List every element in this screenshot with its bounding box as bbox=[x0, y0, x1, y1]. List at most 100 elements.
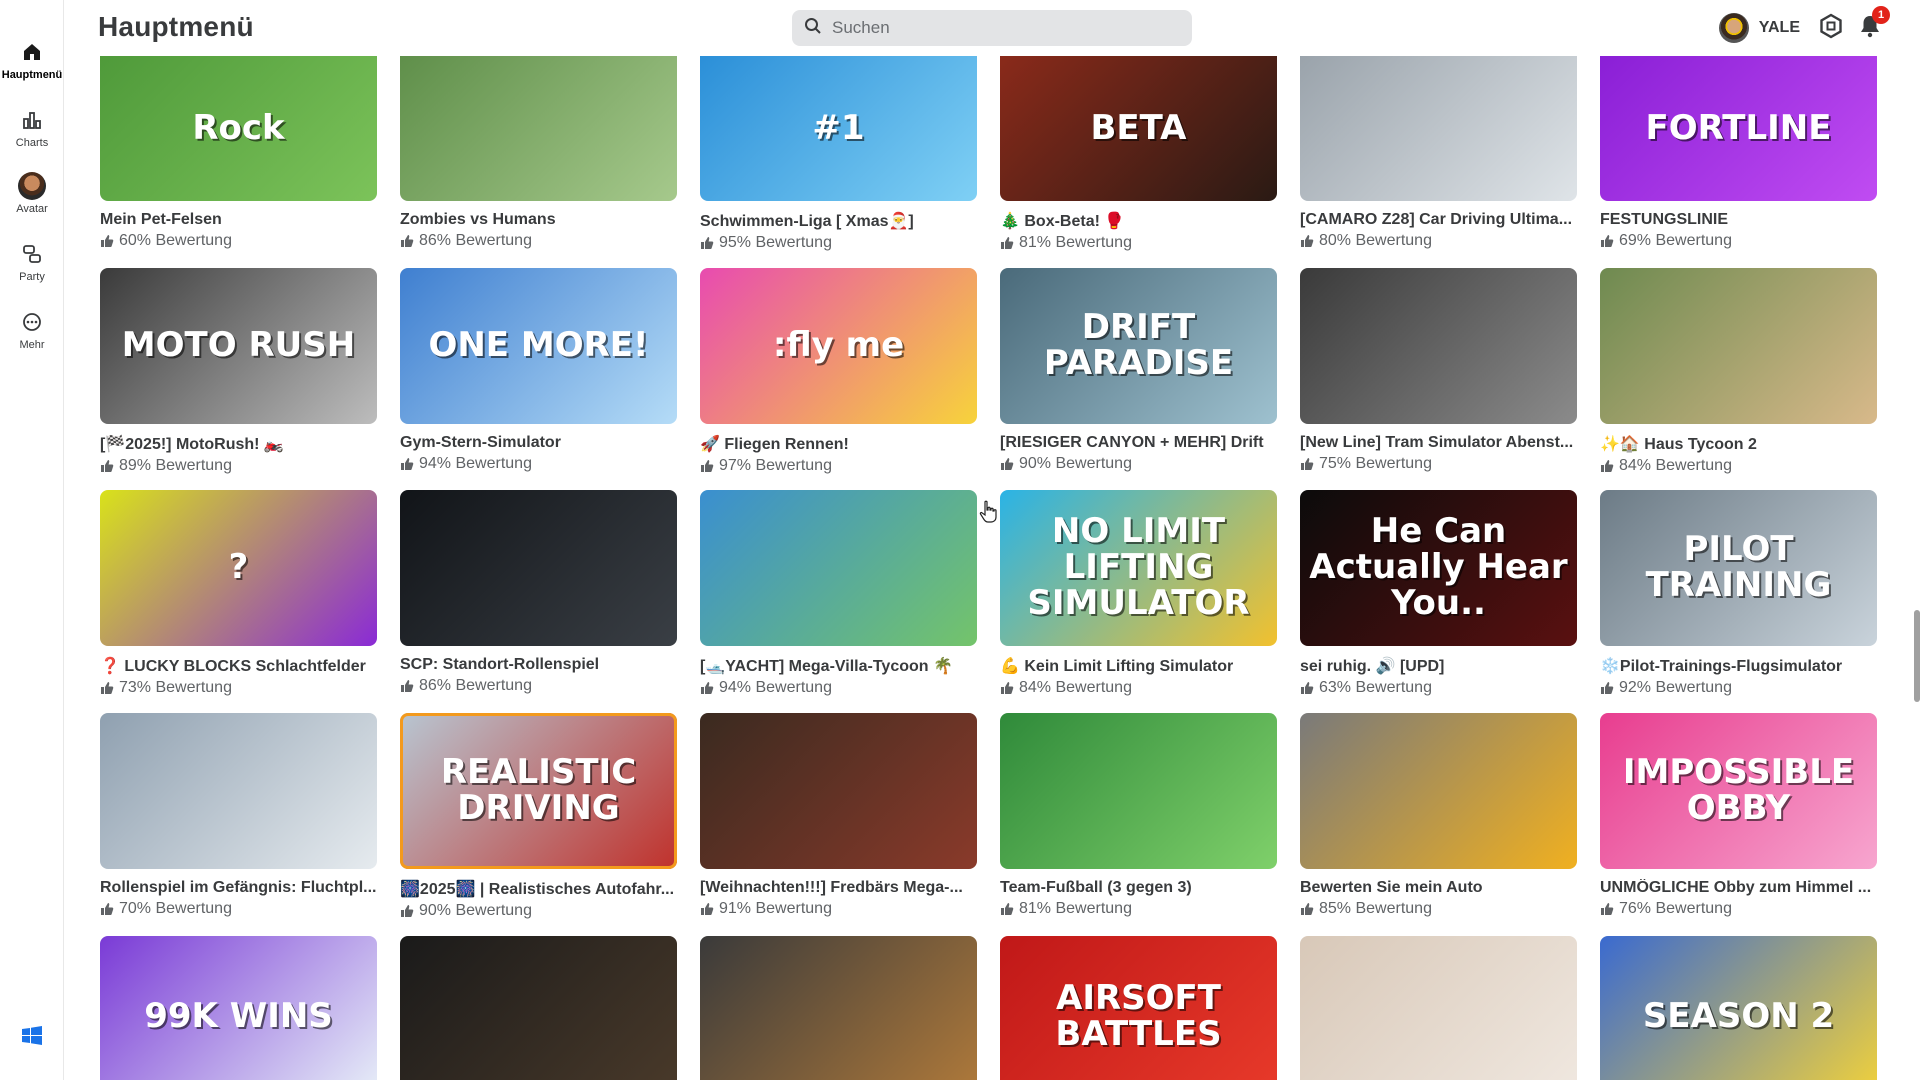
game-title[interactable]: Gym-Stern-Simulator bbox=[400, 434, 680, 452]
game-title[interactable]: FESTUNGSLINIE bbox=[1600, 211, 1880, 229]
game-card[interactable]: [🛥️YACHT] Mega-Villa-Tycoon 🌴 94% Bewertu… bbox=[700, 490, 980, 697]
game-thumbnail[interactable]: ? bbox=[100, 490, 377, 646]
game-title[interactable]: UNMÖGLICHE Obby zum Himmel ... bbox=[1600, 879, 1880, 897]
game-card[interactable]: DRIFT PARADISE [RIESIGER CANYON + MEHR] D… bbox=[1000, 268, 1280, 473]
game-thumbnail[interactable]: He Can Actually Hear You.. bbox=[1300, 490, 1577, 646]
game-card[interactable] bbox=[400, 936, 680, 1080]
game-title[interactable]: [🏁2025!] MotoRush! 🏍️ bbox=[100, 434, 380, 454]
game-thumbnail[interactable] bbox=[1300, 268, 1577, 424]
game-card[interactable]: FORTLINE FESTUNGSLINIE 69% Bewertung bbox=[1600, 56, 1880, 250]
game-thumbnail[interactable]: ONE MORE! bbox=[400, 268, 677, 424]
game-thumbnail[interactable]: SEASON 2 bbox=[1600, 936, 1877, 1080]
game-thumbnail[interactable]: NO LIMIT LIFTING SIMULATOR bbox=[1000, 490, 1277, 646]
game-thumbnail[interactable]: FORTLINE bbox=[1600, 56, 1877, 201]
sidebar-item-more[interactable]: Mehr bbox=[0, 300, 64, 358]
game-card[interactable]: REALISTIC DRIVING 🎆2025🎆 | Realistisches … bbox=[400, 713, 680, 920]
game-title[interactable]: Schwimmen-Liga [ Xmas🎅] bbox=[700, 211, 980, 231]
game-thumbnail[interactable] bbox=[1600, 268, 1877, 424]
sidebar-item-home[interactable]: Hauptmenü bbox=[0, 30, 64, 88]
game-thumbnail[interactable]: :fly me bbox=[700, 268, 977, 424]
game-thumbnail[interactable]: PILOT TRAINING bbox=[1600, 490, 1877, 646]
game-rating: 84% Bewertung bbox=[1600, 457, 1880, 475]
game-card[interactable]: IMPOSSIBLE OBBY UNMÖGLICHE Obby zum Himme… bbox=[1600, 713, 1880, 918]
game-thumbnail[interactable] bbox=[1300, 56, 1577, 201]
game-title[interactable]: ✨🏠 Haus Tycoon 2 bbox=[1600, 434, 1880, 454]
game-title[interactable]: [New Line] Tram Simulator Abenst... bbox=[1300, 434, 1580, 452]
game-thumbnail[interactable]: AIRSOFT BATTLES bbox=[1000, 936, 1277, 1080]
notifications-button[interactable]: 1 bbox=[1854, 6, 1890, 44]
game-card[interactable]: Zombies vs Humans 86% Bewertung bbox=[400, 56, 680, 250]
game-title[interactable]: SCP: Standort-Rollenspiel bbox=[400, 656, 680, 674]
game-thumbnail[interactable]: Rock bbox=[100, 56, 377, 201]
game-title[interactable]: [RIESIGER CANYON + MEHR] Drift bbox=[1000, 434, 1280, 452]
user-avatar[interactable] bbox=[1718, 13, 1749, 43]
game-card[interactable]: Bewerten Sie mein Auto 85% Bewertung bbox=[1300, 713, 1580, 918]
sidebar-item-charts[interactable]: Charts bbox=[0, 98, 64, 156]
game-card[interactable] bbox=[700, 936, 980, 1080]
game-title[interactable]: Zombies vs Humans bbox=[400, 211, 680, 229]
game-card[interactable]: SEASON 2 bbox=[1600, 936, 1880, 1080]
game-card[interactable]: Rock Mein Pet-Felsen 60% Bewertung bbox=[100, 56, 380, 250]
game-card[interactable]: MOTO RUSH [🏁2025!] MotoRush! 🏍️ 89% Bewert… bbox=[100, 268, 380, 475]
game-title[interactable]: 🎆2025🎆 | Realistisches Autofahr... bbox=[400, 879, 680, 899]
game-card[interactable]: #1 Schwimmen-Liga [ Xmas🎅] 95% Bewertung bbox=[700, 56, 980, 252]
sidebar-item-avatar[interactable]: Avatar bbox=[0, 164, 64, 222]
scrollbar[interactable] bbox=[1914, 610, 1920, 702]
game-thumbnail[interactable] bbox=[700, 713, 977, 869]
robux-icon[interactable] bbox=[1818, 13, 1844, 44]
game-card[interactable]: BETA 🎄 Box-Beta! 🥊 81% Bewertung bbox=[1000, 56, 1280, 252]
game-title[interactable]: Rollenspiel im Gefängnis: Fluchtpl... bbox=[100, 879, 380, 897]
game-card[interactable]: NO LIMIT LIFTING SIMULATOR 💪 Kein Limit L… bbox=[1000, 490, 1280, 697]
game-card[interactable]: PILOT TRAINING ❄️Pilot-Trainings-Flugsimu… bbox=[1600, 490, 1880, 697]
game-card[interactable]: SCP: Standort-Rollenspiel 86% Bewertung bbox=[400, 490, 680, 695]
game-card[interactable]: ✨🏠 Haus Tycoon 2 84% Bewertung bbox=[1600, 268, 1880, 475]
game-card[interactable]: He Can Actually Hear You.. sei ruhig. 🔊 [… bbox=[1300, 490, 1580, 697]
game-title[interactable]: 🎄 Box-Beta! 🥊 bbox=[1000, 211, 1280, 231]
game-card[interactable]: [New Line] Tram Simulator Abenst... 75% B… bbox=[1300, 268, 1580, 473]
game-title[interactable]: 💪 Kein Limit Lifting Simulator bbox=[1000, 656, 1280, 676]
game-thumbnail[interactable]: DRIFT PARADISE bbox=[1000, 268, 1277, 424]
game-card[interactable]: ONE MORE! Gym-Stern-Simulator 94% Bewertun… bbox=[400, 268, 680, 473]
sidebar-item-label: Mehr bbox=[19, 339, 45, 351]
game-thumbnail[interactable]: 99K WINS bbox=[100, 936, 377, 1080]
game-thumbnail[interactable]: REALISTIC DRIVING bbox=[400, 713, 677, 869]
thumbnail-text: IMPOSSIBLE OBBY bbox=[1622, 752, 1855, 828]
game-thumbnail[interactable] bbox=[1300, 713, 1577, 869]
game-title[interactable]: Mein Pet-Felsen bbox=[100, 211, 380, 229]
game-card[interactable]: AIRSOFT BATTLES bbox=[1000, 936, 1280, 1080]
game-title[interactable]: Bewerten Sie mein Auto bbox=[1300, 879, 1580, 897]
search-input[interactable] bbox=[832, 18, 1172, 38]
game-thumbnail[interactable] bbox=[700, 936, 977, 1080]
game-thumbnail[interactable] bbox=[700, 490, 977, 646]
game-thumbnail[interactable] bbox=[100, 713, 377, 869]
game-card[interactable]: ? ❓ LUCKY BLOCKS Schlachtfelder 73% Bewert… bbox=[100, 490, 380, 697]
game-thumbnail[interactable] bbox=[1300, 936, 1577, 1080]
game-thumbnail[interactable] bbox=[1000, 713, 1277, 869]
game-thumbnail[interactable]: MOTO RUSH bbox=[100, 268, 377, 424]
username[interactable]: YALE bbox=[1759, 19, 1800, 37]
game-card[interactable] bbox=[1300, 936, 1580, 1080]
game-card[interactable]: 99K WINS bbox=[100, 936, 380, 1080]
game-thumbnail[interactable] bbox=[400, 56, 677, 201]
game-card[interactable]: Rollenspiel im Gefängnis: Fluchtpl... 70%… bbox=[100, 713, 380, 918]
game-card[interactable]: [Weihnachten!!!] Fredbärs Mega-... 91% Be… bbox=[700, 713, 980, 918]
game-card[interactable]: [CAMARO Z28] Car Driving Ultima... 80% Be… bbox=[1300, 56, 1580, 250]
game-card[interactable]: Team-Fußball (3 gegen 3) 81% Bewertung bbox=[1000, 713, 1280, 918]
game-title[interactable]: [CAMARO Z28] Car Driving Ultima... bbox=[1300, 211, 1580, 229]
game-title[interactable]: [Weihnachten!!!] Fredbärs Mega-... bbox=[700, 879, 980, 897]
windows-logo-icon[interactable] bbox=[20, 1024, 44, 1048]
game-thumbnail[interactable]: #1 bbox=[700, 56, 977, 201]
game-title[interactable]: Team-Fußball (3 gegen 3) bbox=[1000, 879, 1280, 897]
sidebar-item-party[interactable]: Party bbox=[0, 232, 64, 290]
game-title[interactable]: ❓ LUCKY BLOCKS Schlachtfelder bbox=[100, 656, 380, 676]
game-title[interactable]: sei ruhig. 🔊 [UPD] bbox=[1300, 656, 1580, 676]
game-title[interactable]: 🚀 Fliegen Rennen! bbox=[700, 434, 980, 454]
game-title[interactable]: [🛥️YACHT] Mega-Villa-Tycoon 🌴 bbox=[700, 656, 980, 676]
game-thumbnail[interactable]: BETA bbox=[1000, 56, 1277, 201]
search-bar[interactable] bbox=[792, 10, 1192, 46]
game-thumbnail[interactable] bbox=[400, 936, 677, 1080]
game-card[interactable]: :fly me 🚀 Fliegen Rennen! 97% Bewertung bbox=[700, 268, 980, 475]
game-thumbnail[interactable]: IMPOSSIBLE OBBY bbox=[1600, 713, 1877, 869]
game-thumbnail[interactable] bbox=[400, 490, 677, 646]
game-title[interactable]: ❄️Pilot-Trainings-Flugsimulator bbox=[1600, 656, 1880, 676]
